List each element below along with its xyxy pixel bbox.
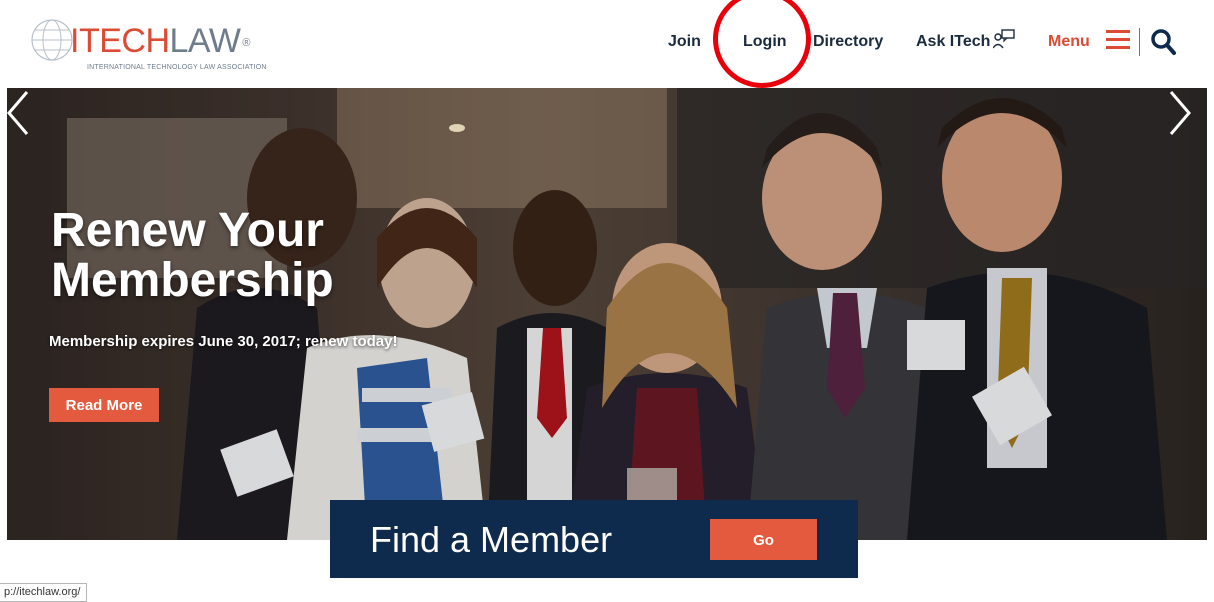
itechlaw-logo[interactable]: ITECHLAW ® INTERNATIONAL TECHNOLOGY LAW A… (30, 10, 290, 71)
hero-slider: Renew Your Membership Membership expires… (7, 88, 1207, 540)
nav-join[interactable]: Join (668, 29, 701, 55)
hero-photo (7, 88, 1207, 540)
search-icon[interactable] (1150, 28, 1176, 56)
hero-title-line2: Membership (51, 254, 334, 307)
hero-title: Renew Your Membership (51, 206, 334, 306)
hero-title-line1: Renew Your (51, 204, 324, 257)
nav-ask-itech[interactable]: Ask ITech (916, 29, 1016, 55)
read-more-button[interactable]: Read More (49, 388, 159, 422)
nav-ask-itech-label: Ask ITech (916, 33, 991, 50)
status-bar-url: p://itechlaw.org/ (0, 583, 88, 602)
hamburger-icon[interactable] (1106, 28, 1130, 52)
logo-wordmark: ITECHLAW ® (70, 22, 251, 60)
logo-tagline: INTERNATIONAL TECHNOLOGY LAW ASSOCIATION (87, 64, 267, 71)
find-member-box: Find a Member Go (330, 500, 858, 578)
nav-directory[interactable]: Directory (813, 29, 883, 55)
find-member-label: Find a Member (370, 519, 613, 560)
nav-divider (1139, 28, 1140, 56)
annotation-circle (713, 0, 811, 88)
globe-icon (31, 19, 73, 61)
chat-person-icon (993, 29, 1016, 49)
go-button[interactable]: Go (710, 519, 817, 560)
site-header: ITECHLAW ® INTERNATIONAL TECHNOLOGY LAW A… (0, 0, 1214, 88)
nav-menu[interactable]: Menu (1048, 29, 1090, 55)
chevron-left-icon[interactable] (7, 88, 35, 138)
hero-subtitle: Membership expires June 30, 2017; renew … (49, 333, 398, 350)
chevron-right-icon[interactable] (1165, 88, 1195, 138)
